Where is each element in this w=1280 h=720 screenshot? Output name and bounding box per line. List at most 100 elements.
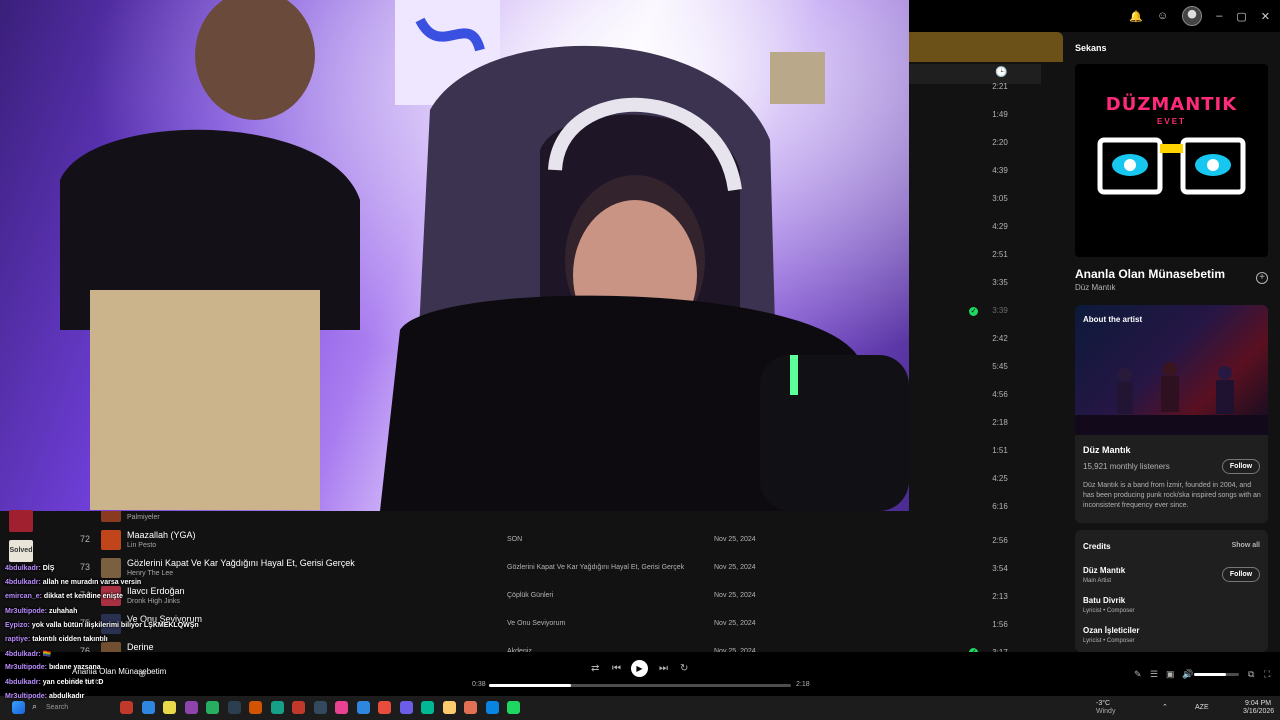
show-all-credits-link[interactable]: Show all [1232, 542, 1260, 549]
track-duration: 2:20 [992, 138, 1008, 147]
chat-username[interactable]: 4bdulkadr: [5, 651, 43, 658]
track-duration: 3:39 [992, 306, 1008, 315]
track-artist[interactable]: Palmiyeler [127, 514, 160, 521]
webcam-scene [0, 0, 909, 511]
track-duration: 5:45 [992, 362, 1008, 371]
add-to-library-icon[interactable]: + [1256, 272, 1268, 284]
chat-message: 🏳‍🌈 [42, 651, 52, 659]
chat-username[interactable]: raptiye: [5, 636, 32, 643]
track-album[interactable]: Ve Onu Seviyorum [507, 620, 565, 627]
playlist-header-banner [908, 32, 1063, 62]
elapsed-time: 0:38 [472, 681, 486, 688]
close-icon[interactable]: ✕ [1261, 10, 1270, 23]
chat-avatar [9, 510, 33, 532]
credit-name[interactable]: Ozan İşleticiler [1083, 626, 1139, 635]
track-album[interactable]: Çöplük Günleri [507, 592, 553, 599]
taskbar-app-icon[interactable] [378, 701, 391, 714]
progress-bar[interactable] [489, 684, 791, 687]
tray-chevron-icon[interactable]: ⌃ [1162, 704, 1168, 712]
avatar[interactable] [1182, 6, 1203, 26]
language-indicator[interactable]: AZE [1195, 704, 1209, 712]
bell-icon[interactable]: 🔔 [1129, 10, 1143, 23]
miniplayer-icon[interactable]: ⧉ [1248, 669, 1254, 680]
track-duration: 4:56 [992, 390, 1008, 399]
maximize-icon[interactable]: ▢ [1236, 10, 1246, 23]
taskbar-app-icon[interactable] [399, 701, 413, 714]
track-number: 72 [80, 534, 91, 544]
chat-username[interactable]: Mr3ultipode: [5, 664, 49, 671]
chat-message: DİŞ [42, 565, 55, 572]
repeat-icon[interactable]: ↻ [680, 663, 688, 674]
connect-device-icon[interactable]: ▣ [1166, 669, 1175, 680]
chat-line: Eypizo: yok valla bütün ilişkilerimi bil… [5, 622, 199, 629]
chat-line: 4bdulkadr: DİŞ [5, 565, 54, 572]
chat-username[interactable]: Eypizo: [5, 622, 32, 629]
taskbar-app-icon[interactable] [356, 701, 370, 714]
chat-username[interactable]: 4bdulkadr: [5, 579, 43, 586]
credits-card: Credits Show all Düz Mantık Main Artist … [1075, 530, 1268, 652]
queue-icon[interactable]: ☰ [1150, 669, 1158, 680]
saved-check-icon[interactable]: ✓ [969, 307, 978, 316]
artist-photo [1075, 305, 1268, 435]
album-cover: DÜZMANTIK EVET [1075, 64, 1268, 257]
credit-follow-button[interactable]: Follow [1222, 567, 1260, 582]
taskbar-app-icon[interactable] [485, 701, 499, 714]
lyrics-icon[interactable]: ✎ [1134, 669, 1142, 680]
volume-icon[interactable]: 🔊 [1182, 669, 1193, 680]
taskbar-app-icon[interactable] [464, 701, 477, 714]
next-icon[interactable]: ⏭ [659, 663, 668, 674]
credit-role: Lyricist • Composer [1083, 638, 1135, 644]
previous-icon[interactable]: ⏮ [612, 663, 621, 674]
clock-time[interactable]: 9:04 PM [1245, 700, 1271, 708]
chat-message: allah ne muradın varsa versin [42, 579, 142, 587]
credit-name[interactable]: Batu Divrik [1083, 596, 1125, 605]
taskbar-app-icon[interactable] [421, 701, 434, 714]
taskbar-app-icon[interactable] [335, 701, 348, 714]
weather-desc[interactable]: Windy [1096, 708, 1115, 716]
chat-username[interactable]: Mr3ultipode: [5, 608, 49, 615]
about-artist-name[interactable]: Düz Mantık [1083, 445, 1131, 455]
follow-button[interactable]: Follow [1222, 459, 1260, 474]
chat-line: Mr3ultipode: bıdane yazsana [5, 664, 101, 671]
track-duration: 4:39 [992, 166, 1008, 175]
track-row[interactable]: 72 Maazallah (YGA) Lin Pesto SON Nov 25, 202… [0, 526, 1060, 554]
track-duration: 1:49 [992, 110, 1008, 119]
taskbar-app-icon[interactable] [313, 701, 327, 714]
track-title[interactable]: Maazallah (YGA) [127, 530, 196, 540]
credit-name[interactable]: Düz Mantık [1083, 566, 1125, 575]
now-playing-view: Sekans DÜZMANTIK EVET Ananla Olan Münase… [1066, 32, 1280, 652]
track-duration: 4:29 [992, 222, 1008, 231]
chat-message: yan cebinde tut :D [42, 678, 104, 686]
track-duration: 2:13 [992, 592, 1008, 601]
chat-line: 4bdulkadr: 🏳‍🌈 [5, 650, 51, 658]
chat-message: abdulkadır [48, 692, 85, 700]
play-button[interactable]: ▶ [631, 660, 648, 677]
current-song-artist[interactable]: Düz Mantık [1075, 283, 1115, 292]
chat-username[interactable]: Mr3ultipode: [5, 693, 49, 700]
chat-username[interactable]: 4bdulkadr: [5, 679, 43, 686]
friends-icon[interactable]: ☺ [1157, 10, 1168, 22]
track-duration: 4:25 [992, 474, 1008, 483]
chat-username[interactable]: emircan_e: [5, 593, 44, 600]
shuffle-icon[interactable]: ⇄ [591, 663, 599, 674]
current-song-title[interactable]: Ananla Olan Münasebetim [1075, 267, 1225, 281]
minimize-icon[interactable]: – [1216, 10, 1222, 22]
track-duration: 2:21 [992, 82, 1008, 91]
credit-role: Main Artist [1083, 578, 1112, 584]
track-artist[interactable]: Lin Pesto [127, 542, 156, 549]
chat-message: zuhahah [48, 607, 78, 615]
weather-temp[interactable]: -3°C [1096, 700, 1110, 708]
taskbar-app-icon[interactable] [507, 701, 520, 714]
about-artist-card[interactable]: About the artist Düz Mantık 15,921 month… [1075, 305, 1268, 523]
track-album[interactable]: Gözlerini Kapat Ve Kar Yağdığını Hayal E… [507, 564, 684, 571]
track-date-added: Nov 25, 2024 [714, 536, 756, 543]
chat-username[interactable]: 4bdulkadr: [5, 565, 43, 572]
taskbar-app-icon[interactable] [442, 701, 456, 714]
track-album[interactable]: SON [507, 536, 522, 543]
volume-slider[interactable] [1194, 673, 1239, 676]
monthly-listeners: 15,921 monthly listeners [1083, 462, 1170, 471]
clock-date[interactable]: 3/16/2026 [1243, 708, 1274, 716]
tracklist-column-header [908, 64, 1041, 84]
track-duration: 3:05 [992, 194, 1008, 203]
fullscreen-icon[interactable]: ⛶ [1264, 669, 1270, 680]
